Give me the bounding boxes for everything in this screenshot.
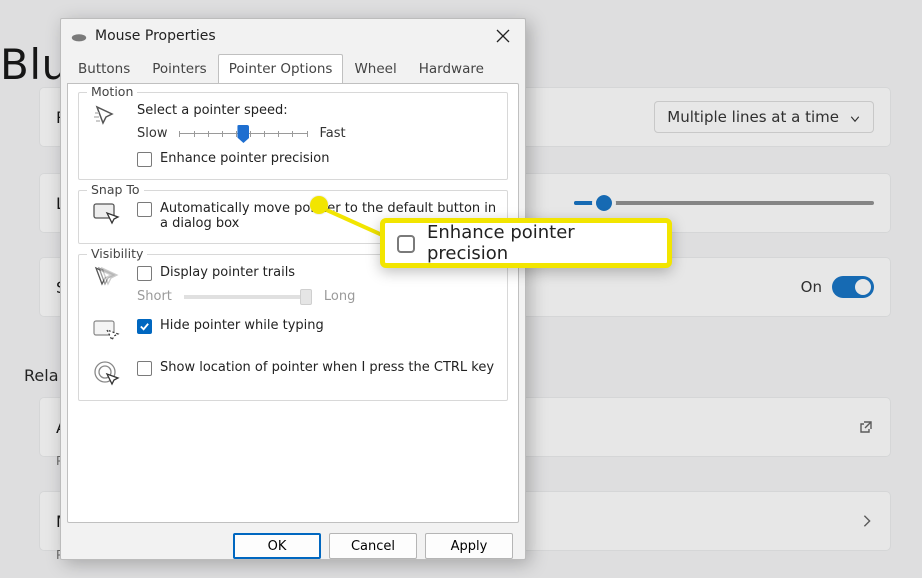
enhance-precision-checkbox[interactable] <box>137 152 152 167</box>
slow-label: Slow <box>137 126 167 141</box>
bg-slider[interactable] <box>574 201 874 205</box>
cancel-button[interactable]: Cancel <box>329 533 417 559</box>
mouse-properties-dialog: Mouse Properties Buttons Pointers Pointe… <box>60 18 526 560</box>
hide-pointer-label: Hide pointer while typing <box>160 318 324 333</box>
hide-pointer-icon <box>93 318 121 346</box>
slider-thumb-icon <box>596 195 612 211</box>
tab-bar: Buttons Pointers Pointer Options Wheel H… <box>61 53 525 83</box>
group-motion: Motion Select a pointer speed: Slow <box>78 92 508 180</box>
snapto-icon <box>93 201 121 229</box>
tab-buttons[interactable]: Buttons <box>67 54 141 84</box>
enhance-precision-label: Enhance pointer precision <box>160 151 329 166</box>
ctrl-locate-icon <box>93 360 121 388</box>
chevron-right-icon <box>860 514 874 528</box>
trails-short-label: Short <box>137 289 172 304</box>
group-title-snapto: Snap To <box>87 182 144 197</box>
toggle-label: On <box>801 278 822 296</box>
chevron-down-icon <box>849 111 861 123</box>
ok-button[interactable]: OK <box>233 533 321 559</box>
external-link-icon <box>858 419 874 435</box>
dialog-button-row: OK Cancel Apply <box>61 523 525 559</box>
dropdown-label: Multiple lines at a time <box>667 108 839 126</box>
dialog-title: Mouse Properties <box>95 28 216 44</box>
tab-hardware[interactable]: Hardware <box>408 54 495 84</box>
group-title-visibility: Visibility <box>87 246 147 261</box>
pointer-trails-icon <box>93 265 121 293</box>
group-title-motion: Motion <box>87 84 137 99</box>
ctrl-locate-label: Show location of pointer when I press th… <box>160 360 494 375</box>
snapto-checkbox[interactable] <box>137 202 152 217</box>
tab-pointer-options[interactable]: Pointer Options <box>218 54 344 84</box>
annotation-dot-icon <box>310 196 328 214</box>
trails-long-label: Long <box>324 289 355 304</box>
slider-thumb-icon <box>300 289 312 305</box>
callout-checkbox-icon <box>397 235 415 253</box>
lines-dropdown[interactable]: Multiple lines at a time <box>654 101 874 133</box>
mouse-icon <box>71 31 87 41</box>
trails-checkbox[interactable] <box>137 266 152 281</box>
select-speed-label: Select a pointer speed: <box>137 103 497 118</box>
hide-pointer-checkbox[interactable] <box>137 319 152 334</box>
ctrl-locate-checkbox[interactable] <box>137 361 152 376</box>
tab-wheel[interactable]: Wheel <box>343 54 407 84</box>
trails-slider <box>184 295 312 299</box>
titlebar: Mouse Properties <box>61 19 525 53</box>
slider-thumb-icon <box>237 125 249 143</box>
callout-label: Enhance pointer precision <box>427 222 655 264</box>
annotation-callout: Enhance pointer precision <box>380 218 672 268</box>
pointer-speed-icon <box>93 103 121 131</box>
toggle-switch[interactable] <box>832 276 874 298</box>
close-button[interactable] <box>481 21 525 51</box>
pointer-speed-slider[interactable] <box>179 133 307 134</box>
fast-label: Fast <box>319 126 345 141</box>
group-visibility: Visibility Display pointer trails <box>78 254 508 401</box>
tab-pointers[interactable]: Pointers <box>141 54 217 84</box>
trails-label: Display pointer trails <box>160 265 295 280</box>
related-heading: Rela <box>24 366 59 385</box>
apply-button[interactable]: Apply <box>425 533 513 559</box>
tab-panel-pointer-options: Motion Select a pointer speed: Slow <box>67 83 519 523</box>
